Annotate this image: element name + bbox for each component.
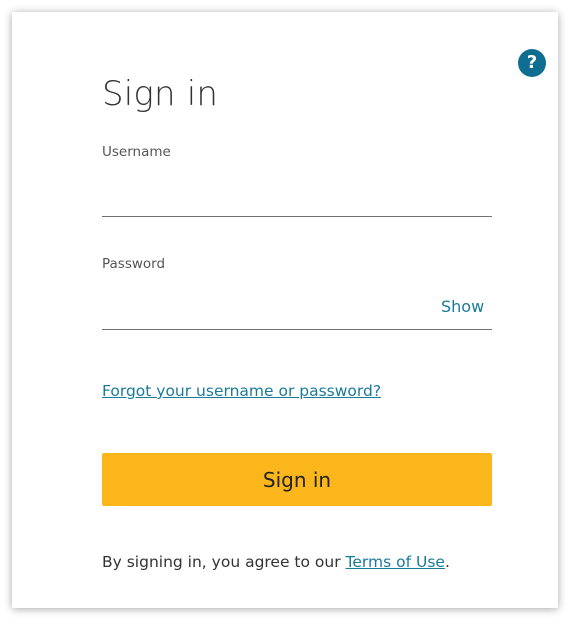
terms-of-use-link[interactable]: Terms of Use <box>346 553 445 571</box>
username-input[interactable] <box>102 184 492 217</box>
help-icon[interactable]: ? <box>518 49 546 77</box>
password-label: Password <box>102 256 166 272</box>
sign-in-card: ? Sign in Username Password Show Forgot … <box>12 12 558 608</box>
terms-suffix: . <box>444 553 450 571</box>
forgot-credentials-link[interactable]: Forgot your username or password? <box>102 382 381 400</box>
sign-in-button[interactable]: Sign in <box>102 453 492 506</box>
terms-notice: By signing in, you agree to our Terms of… <box>102 553 450 571</box>
password-underline <box>102 329 492 330</box>
password-input[interactable] <box>102 297 432 330</box>
terms-prefix: By signing in, you agree to our <box>102 553 346 571</box>
page-title: Sign in <box>102 74 219 114</box>
username-label: Username <box>102 144 171 160</box>
show-password-button[interactable]: Show <box>441 297 484 316</box>
